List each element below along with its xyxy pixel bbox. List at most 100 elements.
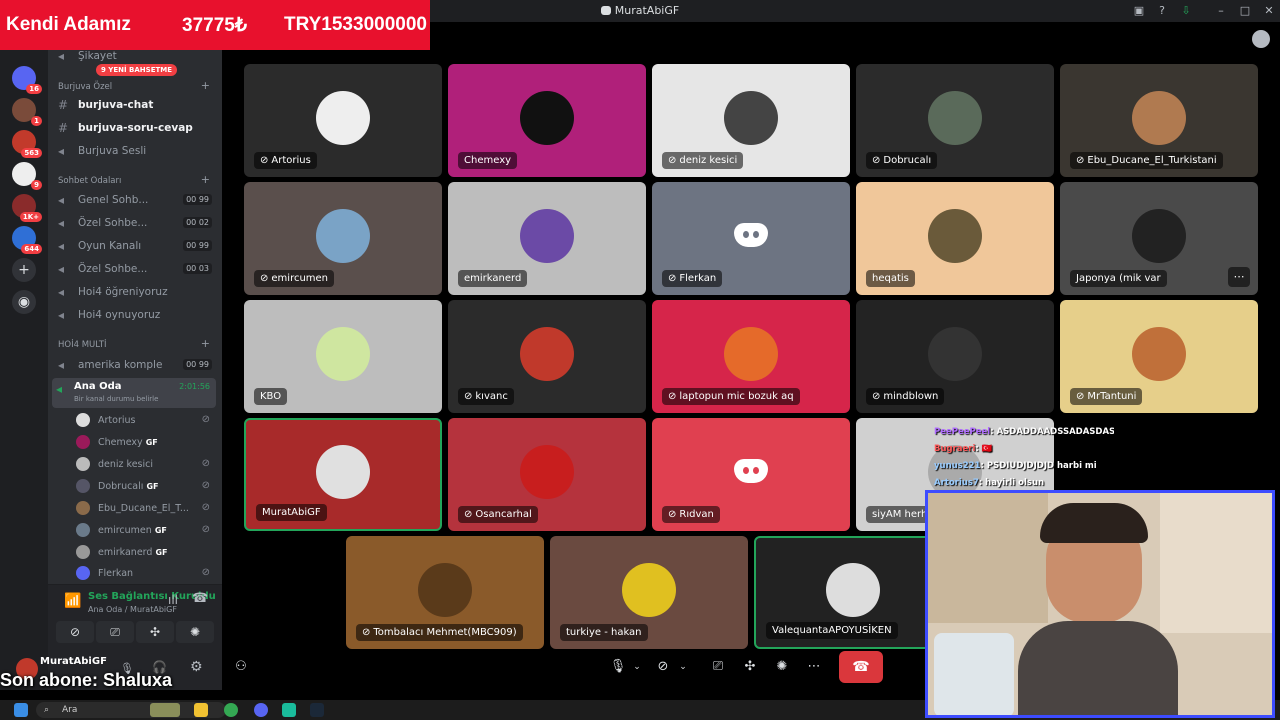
screen-share-icon[interactable]: ⎚	[709, 656, 727, 678]
chrome-icon[interactable]	[224, 703, 238, 717]
avatar	[520, 326, 574, 381]
file-explorer-icon[interactable]	[194, 703, 208, 717]
soundboard-button[interactable]: ✺	[176, 621, 214, 643]
video-tile[interactable]: MuratAbiGF	[244, 418, 442, 531]
server-icon[interactable]: 9	[12, 162, 42, 190]
channel-hoi4-oynuyoruz[interactable]: ◂ Hoi4 oynuyoruz	[56, 305, 216, 325]
add-channel-icon[interactable]: +	[201, 79, 210, 92]
participant-name: ⊘ kıvanc	[458, 388, 514, 405]
close-button[interactable]: ✕	[1262, 4, 1276, 18]
video-tile[interactable]: ⊘ deniz kesici	[652, 64, 850, 177]
server-icon[interactable]: 16	[12, 66, 42, 94]
participant-name-label: mindblown	[883, 391, 939, 402]
avatar	[724, 90, 778, 145]
chevron-down-icon[interactable]: ⌄	[630, 656, 644, 678]
leave-call-button[interactable]: ☎	[839, 651, 883, 683]
discord-icon[interactable]	[254, 703, 268, 717]
video-tile[interactable]: ⊘ Ebu_Ducane_El_Turkistani	[1060, 64, 1258, 177]
channel-ozel-sohbet[interactable]: ◂ Özel Sohbe... 00 02	[56, 213, 216, 233]
channel-ozel-sohbet-2[interactable]: ◂ Özel Sohbe... 00 03	[56, 259, 216, 279]
voice-connection-panel: 📶 Ses Bağlantısı Kuruldu Ana Oda / Murat…	[48, 584, 222, 648]
voice-member[interactable]: Ebu_Ducane_El_T... ⊘	[76, 498, 216, 518]
video-tile[interactable]: ⊘ MrTantuni	[1060, 300, 1258, 413]
video-tile[interactable]: turkiye - hakan	[550, 536, 748, 649]
server-icon[interactable]: 1K+	[12, 194, 42, 222]
server-icon[interactable]: 563	[12, 130, 42, 158]
speaker-icon: ◂	[58, 358, 65, 372]
video-tile[interactable]: ⊘ mindblown	[856, 300, 1054, 413]
channel-hoi4-ogreniyoruz[interactable]: ◂ Hoi4 öğreniyoruz	[56, 282, 216, 302]
maximize-button[interactable]: □	[1238, 4, 1252, 18]
video-tile[interactable]: Chemexy	[448, 64, 646, 177]
category-header[interactable]: HOİ4 MULTİ	[58, 340, 107, 350]
activities-icon[interactable]: ✣	[741, 656, 759, 678]
video-tile[interactable]: ⊘ Tombalacı Mehmet(MBC909)	[346, 536, 544, 649]
windows-start-icon[interactable]	[14, 703, 28, 717]
speaker-icon: ◂	[58, 193, 65, 207]
voice-member[interactable]: Chemexy GF	[76, 432, 216, 452]
video-tile[interactable]: ⊘ Dobrucalı	[856, 64, 1054, 177]
channel-amerika-komple[interactable]: ◂ amerika komple 00 99	[56, 355, 216, 375]
disconnect-icon[interactable]: ☎	[192, 591, 208, 606]
category-header[interactable]: Burjuva Özel	[58, 82, 112, 92]
voice-member[interactable]: Artorius ⊘	[76, 410, 216, 430]
add-channel-icon[interactable]: +	[201, 173, 210, 186]
video-tile[interactable]: KBO	[244, 300, 442, 413]
new-mentions-badge[interactable]: 9 YENİ BAHSETME	[96, 64, 178, 76]
category-header[interactable]: Sohbet Odaları	[58, 176, 121, 186]
add-channel-icon[interactable]: +	[201, 337, 210, 350]
activity-icon[interactable]	[1252, 30, 1270, 48]
video-tile[interactable]: ⊘ Osancarhal	[448, 418, 646, 531]
noise-suppression-icon[interactable]: ıll	[168, 593, 178, 607]
video-tile[interactable]: Japonya (mik var ⋯	[1060, 182, 1258, 295]
voice-member[interactable]: Flerkan ⊘	[76, 563, 216, 583]
minimize-button[interactable]: –	[1214, 4, 1228, 18]
video-tile[interactable]: ValequantaAPOYUSİKEN	[754, 536, 952, 649]
add-server-icon[interactable]: +	[12, 258, 36, 282]
username[interactable]: MuratAbiGF	[40, 656, 107, 667]
participant-name: turkiye - hakan	[560, 624, 648, 641]
avatar	[76, 457, 90, 471]
server-icon[interactable]: 1	[12, 98, 42, 126]
video-tile[interactable]: ⊘ laptopun mic bozuk aq	[652, 300, 850, 413]
participant-name: Japonya (mik var	[1070, 270, 1167, 287]
explore-icon[interactable]: ◉	[12, 290, 36, 314]
voice-member[interactable]: deniz kesici ⊘	[76, 454, 216, 474]
video-tile[interactable]: ⊘ emircumen	[244, 182, 442, 295]
channel-burjuva-sesli[interactable]: ◂ Burjuva Sesli	[56, 141, 216, 161]
steam-icon[interactable]	[310, 703, 324, 717]
mic-icon[interactable]: 🎙	[609, 656, 627, 678]
gear-icon[interactable]: ⚙	[190, 659, 203, 675]
activities-button[interactable]: ✣	[136, 621, 174, 643]
invite-icon[interactable]: ⚇	[232, 656, 250, 678]
video-tile[interactable]: ⊘ Flerkan	[652, 182, 850, 295]
video-tile[interactable]: ⊘ kıvanc	[448, 300, 646, 413]
more-options-icon[interactable]: ⋯	[1228, 267, 1250, 287]
video-tile[interactable]: heqatis	[856, 182, 1054, 295]
help-icon[interactable]: ?	[1155, 4, 1169, 18]
more-icon[interactable]: ⋯	[805, 656, 823, 678]
voice-member[interactable]: emirkanerd GF	[76, 542, 216, 562]
channel-burjuva-soru-cevap[interactable]: # burjuva-soru-cevap	[56, 118, 216, 138]
channel-oyun-kanali[interactable]: ◂ Oyun Kanalı 00 99	[56, 236, 216, 256]
app-thumbnail[interactable]	[150, 703, 180, 717]
discord-avatar-icon	[734, 222, 768, 247]
speaker-icon: ◂	[58, 239, 65, 253]
soundboard-icon[interactable]: ✺	[773, 656, 791, 678]
server-icon[interactable]: 644	[12, 226, 42, 254]
camera-off-button[interactable]: ⊘	[56, 621, 94, 643]
channel-genel-sohbet[interactable]: ◂ Genel Sohb... 00 99	[56, 190, 216, 210]
voice-member[interactable]: Dobrucalı GF ⊘	[76, 476, 216, 496]
screen-share-button[interactable]: ⎚	[96, 621, 134, 643]
voice-member[interactable]: emircumen GF ⊘	[76, 520, 216, 540]
download-icon[interactable]: ⇩	[1179, 4, 1193, 18]
camera-off-icon[interactable]: ⊘	[654, 656, 672, 678]
monitor-icon[interactable]: ▣	[1132, 4, 1146, 18]
video-tile[interactable]: ⊘ Artorius	[244, 64, 442, 177]
channel-ana-oda[interactable]: ◂ Ana Oda 2:01:56 Bir kanal durumu belir…	[52, 378, 216, 408]
video-tile[interactable]: ⊘ Rıdvan	[652, 418, 850, 531]
app-icon[interactable]	[282, 703, 296, 717]
video-tile[interactable]: emirkanerd	[448, 182, 646, 295]
chevron-down-icon[interactable]: ⌄	[676, 656, 690, 678]
channel-burjuva-chat[interactable]: # burjuva-chat	[56, 95, 216, 115]
